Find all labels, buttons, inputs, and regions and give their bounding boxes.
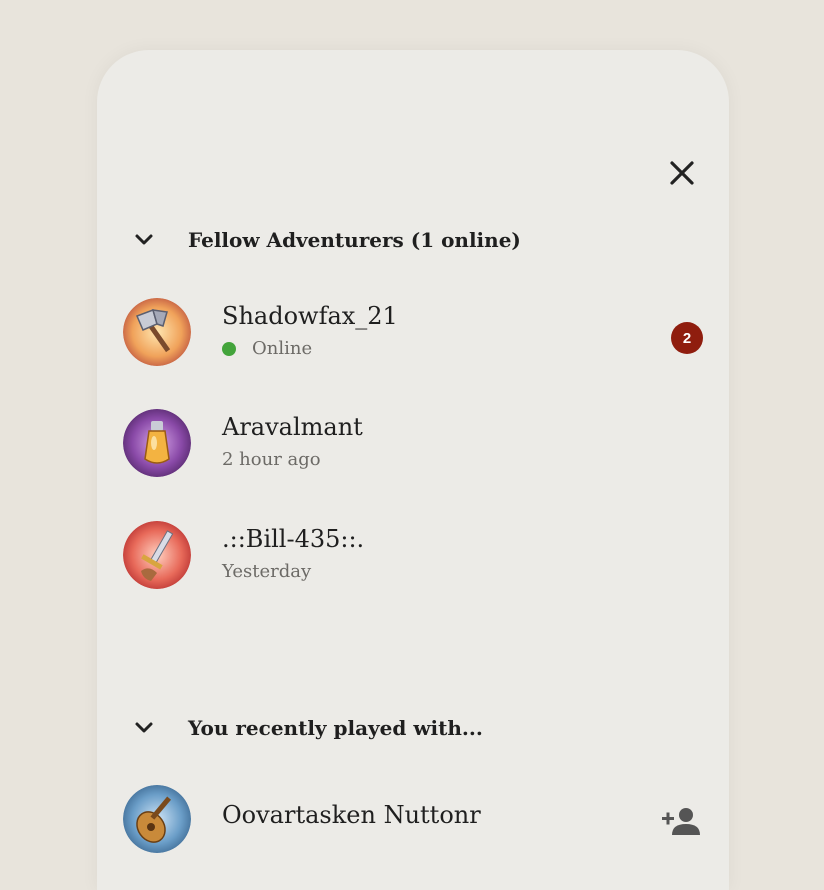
avatar [123, 409, 191, 477]
add-friend-button[interactable] [660, 806, 702, 836]
friend-status: Yesterday [222, 561, 312, 582]
online-dot-icon [222, 342, 236, 356]
friend-row[interactable]: Shadowfax_21 Online [123, 298, 703, 368]
friend-status: Online [222, 338, 312, 359]
sword-avatar-icon [123, 521, 191, 589]
avatar [123, 785, 191, 853]
lute-avatar-icon [123, 785, 191, 853]
person-add-icon [662, 808, 700, 835]
close-button[interactable] [665, 156, 699, 190]
avatar [123, 298, 191, 366]
close-icon [670, 161, 694, 185]
friend-row[interactable]: .::Bill-435::. Yesterday [123, 521, 703, 591]
avatar [123, 521, 191, 589]
friend-status-text: Online [252, 338, 313, 359]
section-title: Fellow Adventurers (1 online) [188, 228, 521, 252]
friend-status: 2 hour ago [222, 449, 321, 470]
section-title: You recently played with... [188, 716, 483, 740]
friend-row[interactable]: Aravalmant 2 hour ago [123, 409, 703, 479]
friend-name: .::Bill-435::. [222, 525, 365, 553]
unread-badge: 2 [671, 322, 703, 354]
recent-player-row[interactable]: Oovartasken Nuttonr [123, 785, 703, 855]
friends-panel: Fellow Adventurers (1 online) Shadowfax_… [97, 50, 729, 890]
friend-name: Shadowfax_21 [222, 302, 398, 330]
section-header-recently-played[interactable]: You recently played with... [130, 711, 483, 745]
section-header-fellow-adventurers[interactable]: Fellow Adventurers (1 online) [130, 223, 521, 257]
friend-name: Aravalmant [222, 413, 363, 441]
potion-avatar-icon [123, 409, 191, 477]
player-name: Oovartasken Nuttonr [222, 801, 481, 829]
axe-avatar-icon [123, 298, 191, 366]
chevron-down-icon[interactable] [130, 226, 158, 254]
chevron-down-icon[interactable] [130, 714, 158, 742]
